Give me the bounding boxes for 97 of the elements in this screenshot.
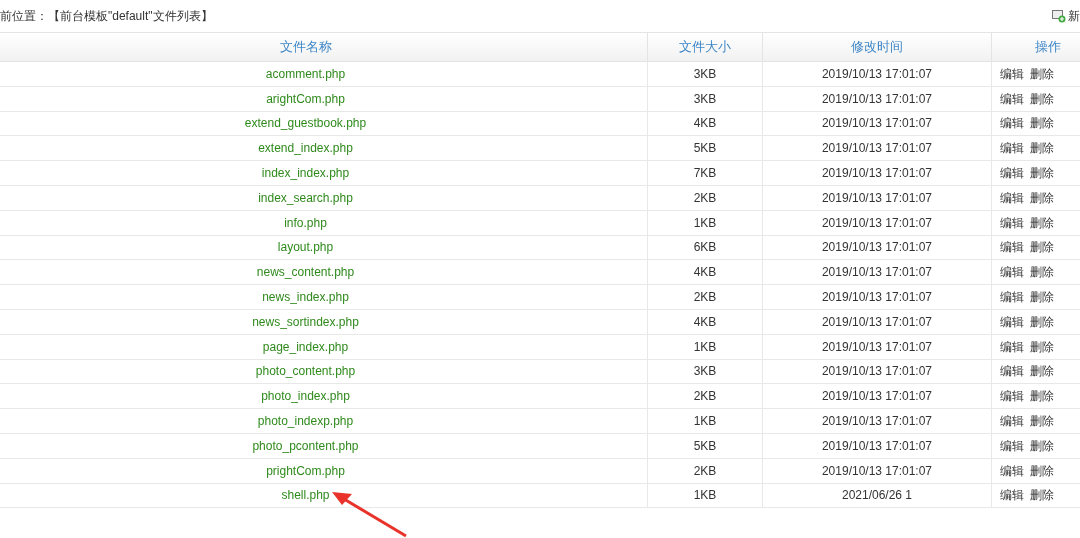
file-size: 2KB: [693, 189, 717, 207]
modified-time: 2019/10/13 17:01:07: [821, 115, 933, 133]
modified-time: 2019/10/13 17:01:07: [821, 214, 933, 232]
modified-time: 2019/10/13 17:01:07: [821, 313, 933, 331]
file-link[interactable]: page_index.php: [262, 337, 349, 356]
modified-time: 2019/10/13 17:01:07: [821, 289, 933, 307]
modified-time: 2019/10/13 17:01:07: [821, 140, 933, 158]
column-header: 文件大小: [679, 38, 731, 57]
file-size: 5KB: [693, 437, 717, 455]
edit-link[interactable]: 编辑: [1000, 486, 1024, 505]
edit-link[interactable]: 编辑: [1000, 213, 1024, 232]
modified-time: 2019/10/13 17:01:07: [821, 388, 933, 406]
modified-time: 2019/10/13 17:01:07: [821, 90, 933, 108]
modified-time: 2019/10/13 17:01:07: [821, 264, 933, 282]
edit-link[interactable]: 编辑: [1000, 114, 1024, 133]
edit-link[interactable]: 编辑: [1000, 64, 1024, 83]
edit-link[interactable]: 编辑: [1000, 387, 1024, 406]
file-link[interactable]: photo_pcontent.php: [252, 436, 359, 455]
modified-time: 2019/10/13 17:01:07: [821, 189, 933, 207]
edit-link[interactable]: 编辑: [1000, 238, 1024, 257]
edit-link[interactable]: 编辑: [1000, 461, 1024, 480]
edit-link[interactable]: 编辑: [1000, 164, 1024, 183]
edit-link[interactable]: 编辑: [1000, 288, 1024, 307]
file-link[interactable]: photo_indexp.php: [257, 412, 354, 431]
edit-link[interactable]: 编辑: [1000, 188, 1024, 207]
breadcrumb: 前位置：【前台模板"default"文件列表】: [0, 8, 213, 25]
delete-link[interactable]: 删除: [1030, 337, 1054, 356]
modified-time: 2019/10/13 17:01:07: [821, 165, 933, 183]
modified-time: 2019/10/13 17:01:07: [821, 65, 933, 83]
delete-link[interactable]: 删除: [1030, 461, 1054, 480]
delete-link[interactable]: 删除: [1030, 362, 1054, 381]
delete-link[interactable]: 删除: [1030, 387, 1054, 406]
column-header: 文件名称: [279, 38, 332, 57]
file-size: 4KB: [693, 313, 717, 331]
modified-time: 2019/10/13 17:01:07: [821, 413, 933, 431]
file-size: 7KB: [693, 165, 717, 183]
file-size: 3KB: [693, 363, 717, 381]
edit-link[interactable]: 编辑: [1000, 89, 1024, 108]
delete-link[interactable]: 删除: [1030, 288, 1054, 307]
delete-link[interactable]: 删除: [1030, 64, 1054, 83]
delete-link[interactable]: 删除: [1030, 164, 1054, 183]
file-size: 1KB: [693, 487, 717, 505]
modified-time: 2019/10/13 17:01:07: [821, 338, 933, 356]
file-link[interactable]: info.php: [284, 213, 327, 232]
delete-link[interactable]: 删除: [1030, 263, 1054, 282]
modified-time: 2019/10/13 17:01:07: [821, 363, 933, 381]
file-size: 4KB: [693, 115, 717, 133]
file-link[interactable]: index_search.php: [258, 188, 353, 207]
file-size: 2KB: [693, 388, 717, 406]
file-link[interactable]: layout.php: [277, 238, 334, 257]
edit-link[interactable]: 编辑: [1000, 263, 1024, 282]
delete-link[interactable]: 删除: [1030, 312, 1054, 331]
file-link[interactable]: news_content.php: [256, 263, 355, 282]
delete-link[interactable]: 删除: [1030, 436, 1054, 455]
edit-link[interactable]: 编辑: [1000, 139, 1024, 158]
modified-time: 2021/06/26 1: [841, 487, 913, 505]
delete-link[interactable]: 删除: [1030, 188, 1054, 207]
file-link[interactable]: photo_content.php: [255, 362, 356, 381]
delete-link[interactable]: 删除: [1030, 89, 1054, 108]
delete-link[interactable]: 删除: [1030, 139, 1054, 158]
file-size: 5KB: [693, 140, 717, 158]
file-size: 3KB: [693, 90, 717, 108]
file-size: 2KB: [693, 462, 717, 480]
column-header: 操作: [1034, 38, 1061, 57]
edit-link[interactable]: 编辑: [1000, 337, 1024, 356]
file-size: 6KB: [693, 239, 717, 257]
delete-link[interactable]: 删除: [1030, 412, 1054, 431]
modified-time: 2019/10/13 17:01:07: [821, 462, 933, 480]
file-size: 1KB: [693, 214, 717, 232]
edit-link[interactable]: 编辑: [1000, 412, 1024, 431]
file-link[interactable]: index_index.php: [261, 164, 350, 183]
file-link[interactable]: prightCom.php: [266, 461, 345, 480]
file-link[interactable]: extend_index.php: [258, 139, 353, 158]
file-link[interactable]: news_sortindex.php: [252, 312, 359, 331]
delete-link[interactable]: 删除: [1030, 114, 1054, 133]
edit-link[interactable]: 编辑: [1000, 312, 1024, 331]
file-size: 3KB: [693, 65, 717, 83]
delete-link[interactable]: 删除: [1030, 238, 1054, 257]
modified-time: 2019/10/13 17:01:07: [821, 239, 933, 257]
file-link[interactable]: photo_index.php: [261, 387, 350, 406]
file-link[interactable]: news_index.php: [262, 288, 349, 307]
edit-link[interactable]: 编辑: [1000, 362, 1024, 381]
modified-time: 2019/10/13 17:01:07: [821, 437, 933, 455]
add-file-icon: [1052, 9, 1066, 23]
file-link[interactable]: arightCom.php: [266, 89, 345, 108]
file-size: 4KB: [693, 264, 717, 282]
file-link[interactable]: shell.php: [281, 486, 330, 505]
file-link[interactable]: acomment.php: [265, 64, 346, 83]
file-size: 2KB: [693, 289, 717, 307]
new-button[interactable]: 新: [1052, 7, 1080, 25]
edit-link[interactable]: 编辑: [1000, 436, 1024, 455]
file-link[interactable]: extend_guestbook.php: [244, 114, 367, 133]
delete-link[interactable]: 删除: [1030, 486, 1054, 505]
delete-link[interactable]: 删除: [1030, 213, 1054, 232]
file-size: 1KB: [693, 413, 717, 431]
column-header: 修改时间: [851, 38, 903, 57]
file-size: 1KB: [693, 338, 717, 356]
